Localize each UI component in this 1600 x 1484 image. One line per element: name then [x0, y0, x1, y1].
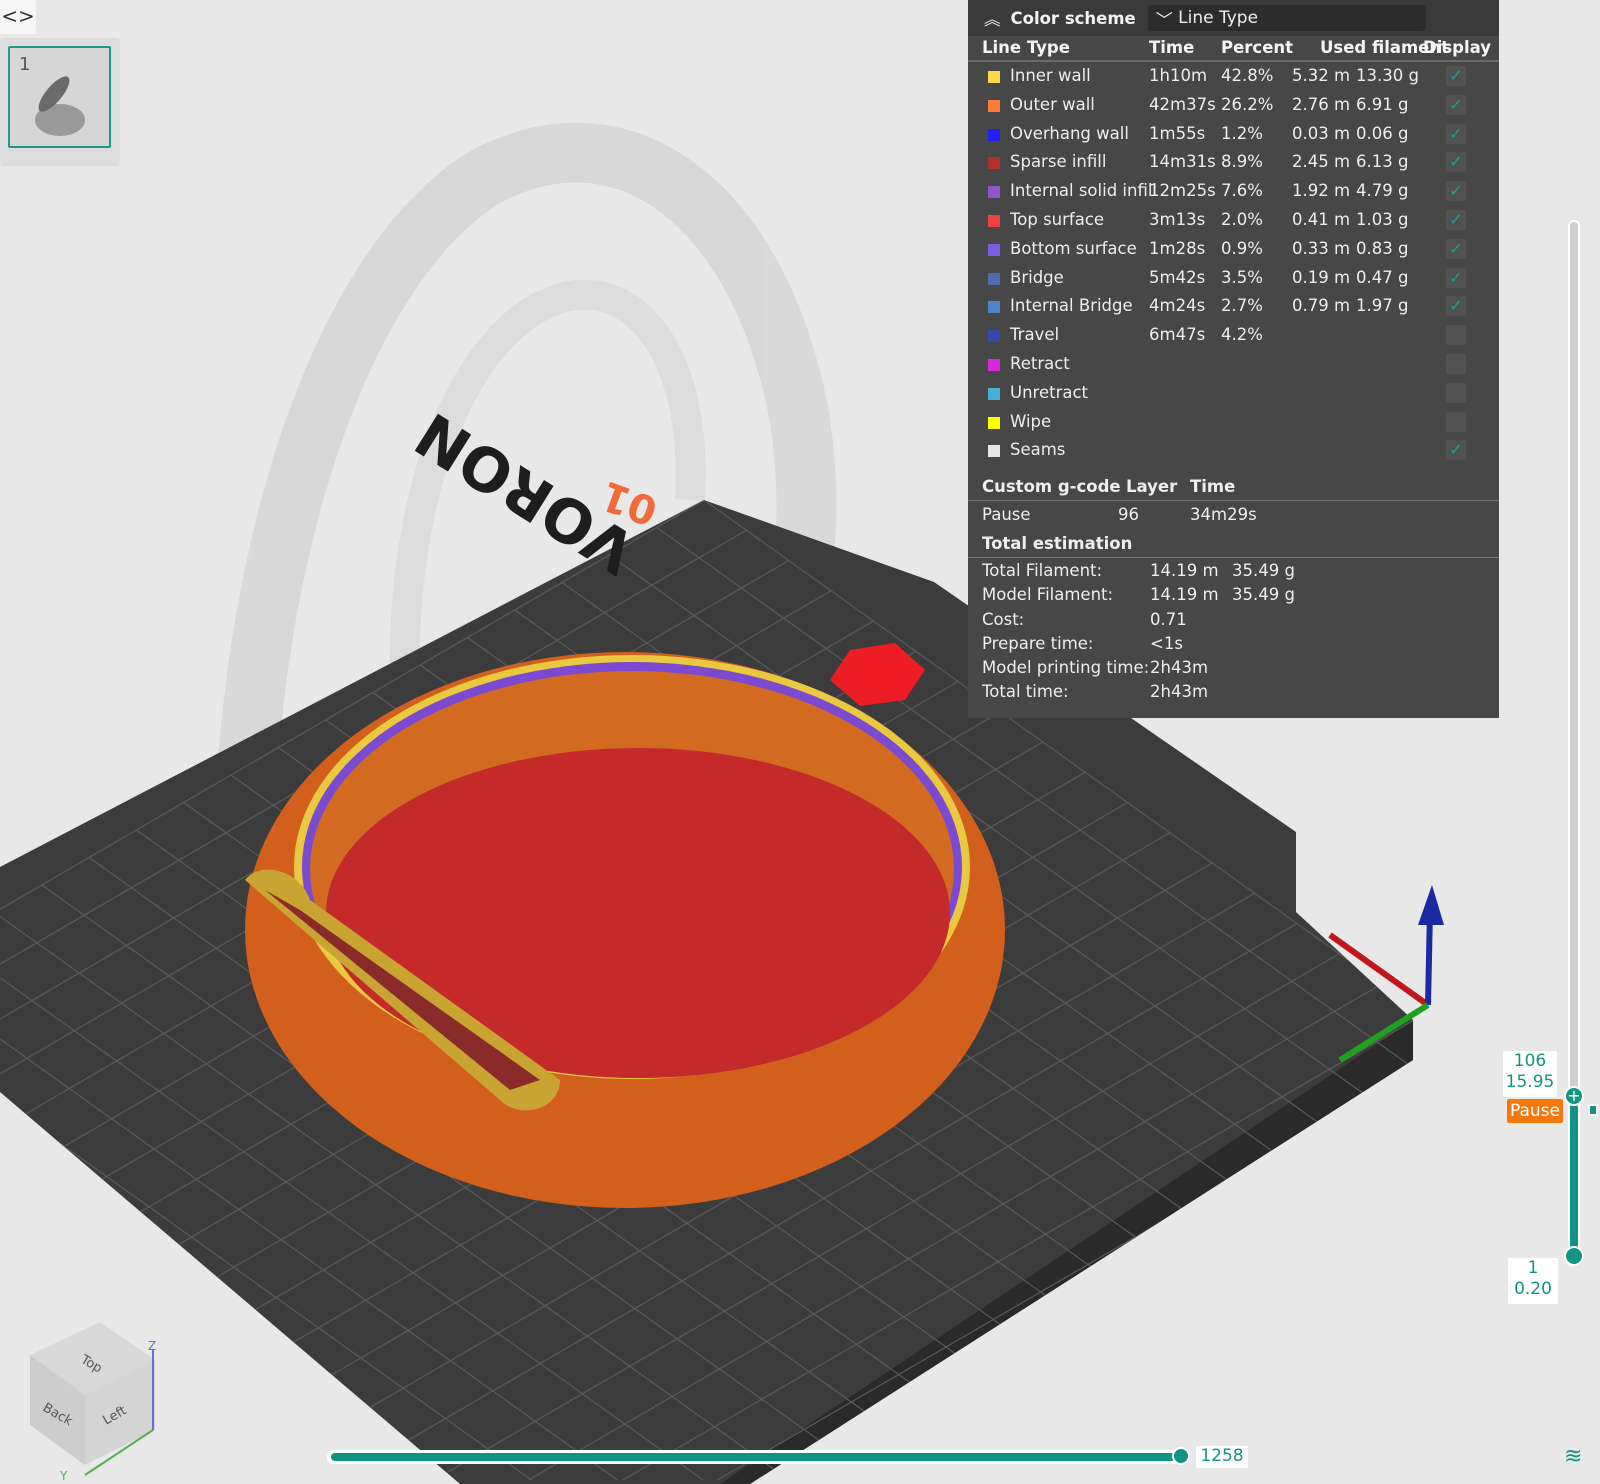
line-type-row: Sparse infill 14m31s 8.9% 2.45 m 6.13 g …: [968, 148, 1499, 177]
custom-gcode-row: Pause 96 34m29s: [982, 505, 1257, 525]
layers-icon[interactable]: ≋: [1564, 1444, 1582, 1470]
total-row: Total time: 2h43m: [982, 682, 1209, 702]
line-type-row: Inner wall 1h10m 42.8% 5.32 m 13.30 g ✓: [968, 62, 1499, 91]
move-slider-handle[interactable]: [1172, 1447, 1190, 1465]
display-checkbox[interactable]: [1446, 411, 1466, 432]
color-swatch: [988, 301, 1000, 314]
line-type-row: Internal Bridge 4m24s 2.7% 0.79 m 1.97 g…: [968, 292, 1499, 321]
total-row: Model printing time: 2h43m: [982, 658, 1209, 678]
layer-slider-bottom-handle[interactable]: [1564, 1246, 1584, 1266]
color-swatch: [988, 330, 1000, 343]
line-type-row: Overhang wall 1m55s 1.2% 0.03 m 0.06 g ✓: [968, 120, 1499, 149]
color-swatch: [988, 214, 1000, 227]
total-row: Total Filament: 14.19 m 35.49 g: [982, 560, 1295, 580]
color-swatch: [988, 243, 1000, 256]
collapse-chevron-icon[interactable]: ︽: [984, 6, 1001, 30]
pause-icon[interactable]: [1588, 1104, 1598, 1116]
plate-list: 1: [0, 38, 120, 166]
display-checkbox[interactable]: ✓: [1446, 123, 1466, 144]
pause-marker[interactable]: Pause: [1507, 1099, 1563, 1123]
chevron-down-icon: ﹀: [1155, 10, 1173, 31]
line-type-row: Bottom surface 1m28s 0.9% 0.33 m 0.83 g …: [968, 235, 1499, 264]
display-checkbox[interactable]: [1446, 353, 1466, 374]
top-layer-label: 106 15.95: [1503, 1051, 1557, 1097]
color-swatch: [988, 157, 1000, 170]
line-type-row: Top surface 3m13s 2.0% 0.41 m 1.03 g ✓: [968, 206, 1499, 235]
color-swatch: [988, 358, 1000, 371]
custom-gcode-header: Custom g-code Layer Time: [968, 473, 1499, 502]
line-type-header: Line Type Time Percent Used filament Dis…: [968, 36, 1499, 62]
display-checkbox[interactable]: ✓: [1446, 440, 1466, 461]
move-slider-range: [331, 1453, 1181, 1461]
collapse-sidebar-button[interactable]: <>: [0, 0, 36, 34]
layer-slider-range: [1570, 1096, 1578, 1256]
display-checkbox[interactable]: ✓: [1446, 94, 1466, 115]
line-type-row: Seams ✓: [968, 436, 1499, 465]
color-swatch: [988, 71, 1000, 83]
display-checkbox[interactable]: [1446, 382, 1466, 403]
line-type-row: Outer wall 42m37s 26.2% 2.76 m 6.91 g ✓: [968, 91, 1499, 120]
color-scheme-label: Color scheme: [1010, 8, 1136, 28]
svg-text:Z: Z: [148, 1339, 156, 1353]
display-checkbox[interactable]: [1446, 325, 1466, 346]
line-type-row: Retract: [968, 350, 1499, 379]
display-checkbox[interactable]: ✓: [1446, 267, 1466, 288]
move-slider-value: 1258: [1196, 1446, 1248, 1468]
total-row: Cost: 0.71: [982, 609, 1187, 629]
display-checkbox[interactable]: ✓: [1446, 66, 1466, 86]
grid-line: [1094, 1185, 1413, 1481]
display-checkbox[interactable]: ✓: [1446, 238, 1466, 259]
color-swatch: [988, 128, 1000, 141]
color-scheme-bar: ︽ Color scheme ﹀ Line Type: [968, 0, 1499, 36]
line-type-row: Travel 6m47s 4.2%: [968, 321, 1499, 350]
total-row: Model Filament: 14.19 m 35.49 g: [982, 585, 1295, 605]
line-type-row: Wipe: [968, 408, 1499, 437]
color-swatch: [988, 272, 1000, 285]
layer-slider-top-handle[interactable]: +: [1564, 1086, 1584, 1106]
color-scheme-select[interactable]: ﹀ Line Type: [1147, 5, 1426, 31]
color-swatch: [988, 99, 1000, 112]
color-swatch: [988, 416, 1000, 429]
legend-panel: ︽ Color scheme ﹀ Line Type Line Type Tim…: [968, 0, 1499, 718]
display-checkbox[interactable]: ✓: [1446, 296, 1466, 317]
line-type-row: Bridge 5m42s 3.5% 0.19 m 0.47 g ✓: [968, 264, 1499, 293]
line-type-row: Unretract: [968, 379, 1499, 408]
color-swatch: [988, 387, 1000, 400]
display-checkbox[interactable]: ✓: [1446, 152, 1466, 173]
total-row: Prepare time: <1s: [982, 633, 1183, 653]
code-brackets-icon: <>: [1, 4, 35, 28]
display-checkbox[interactable]: ✓: [1446, 181, 1466, 202]
svg-text:Y: Y: [59, 1469, 68, 1483]
color-swatch: [988, 445, 1000, 458]
bottom-layer-label: 1 0.20: [1508, 1258, 1558, 1304]
line-type-row: Internal solid infill 12m25s 7.6% 1.92 m…: [968, 177, 1499, 206]
plate-thumbnail[interactable]: 1: [8, 46, 111, 148]
total-estimation-header: Total estimation: [968, 530, 1499, 558]
color-swatch: [988, 186, 1000, 199]
view-cube[interactable]: Top Back Left Z Y: [30, 1322, 156, 1483]
display-checkbox[interactable]: ✓: [1446, 209, 1466, 230]
sliced-bowl: [245, 652, 1005, 1208]
plate-number: 1: [19, 54, 31, 75]
